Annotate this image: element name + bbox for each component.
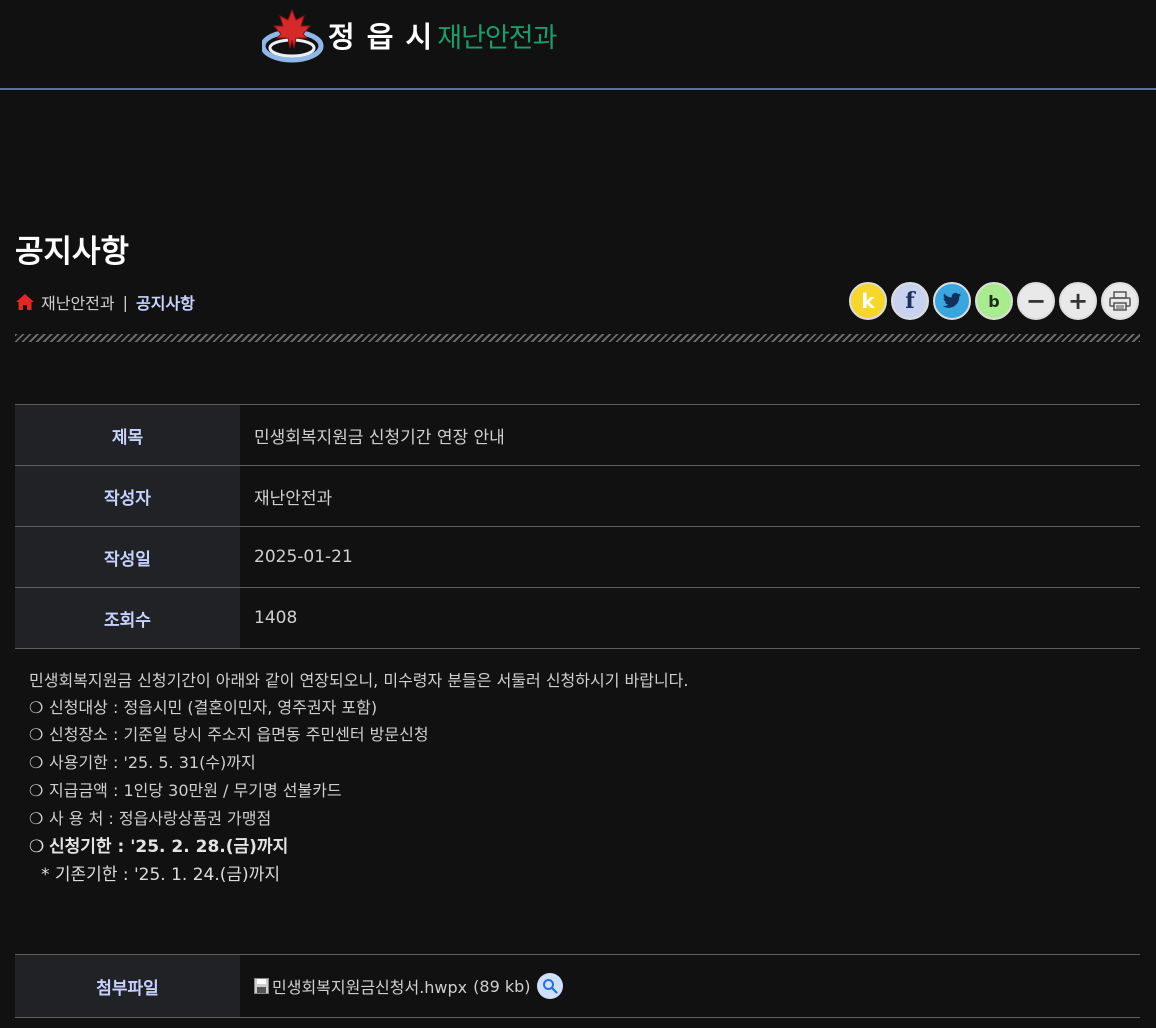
hatched-divider: [15, 334, 1140, 342]
breadcrumb-item-department[interactable]: 재난안전과: [41, 290, 115, 314]
list-item-text: 신청대상 : 정읍시민 (결혼이민자, 영주권자 포함): [49, 698, 378, 717]
magnifier-icon: [542, 979, 558, 994]
attachment-label: 첨부파일: [15, 955, 240, 1017]
deadline-text: 신청기한 : '25. 2. 28.(금)까지: [49, 837, 289, 857]
prior-deadline-note: * 기존기한 : '25. 1. 24.(금)까지: [41, 865, 280, 885]
bullet-circle-icon: ❍: [29, 809, 44, 828]
site-header: 정 읍 시 재난안전과: [0, 0, 1156, 90]
twitter-share-button[interactable]: [933, 282, 971, 320]
twitter-icon: [942, 292, 962, 308]
site-logo[interactable]: 정 읍 시 재난안전과: [262, 6, 557, 64]
post-info-table: 제목 민생회복지원금 신청기간 연장 안내 작성자 재난안전과 작성일 2025…: [15, 404, 1140, 649]
list-item: ❍ 사용기한 : '25. 5. 31(수)까지: [29, 751, 1129, 779]
zoom-out-button[interactable]: −: [1017, 282, 1055, 320]
info-row-views: 조회수 1408: [15, 588, 1140, 649]
share-toolbar: k f b − +: [849, 282, 1139, 320]
file-disk-icon: [254, 978, 269, 994]
list-item-text: 신청장소 : 기준일 당시 주소지 읍면동 주민센터 방문신청: [49, 725, 429, 744]
info-row-subject: 제목 민생회복지원금 신청기간 연장 안내: [15, 405, 1140, 466]
maple-leaf-logo-icon: [262, 8, 324, 63]
attachment-file-link[interactable]: 민생회복지원금신청서.hwpx: [272, 974, 467, 998]
views-label: 조회수: [15, 588, 240, 648]
kakao-share-button[interactable]: k: [849, 282, 887, 320]
kakao-icon: k: [861, 289, 875, 313]
attachment-value: 민생회복지원금신청서.hwpx (89 kb): [240, 955, 1140, 1017]
info-row-date: 작성일 2025-01-21: [15, 527, 1140, 588]
list-item: ❍ 신청장소 : 기준일 당시 주소지 읍면동 주민센터 방문신청: [29, 723, 1129, 751]
author-value: 재난안전과: [254, 488, 333, 509]
printer-icon: [1109, 291, 1131, 311]
bullet-circle-icon: ❍: [29, 781, 44, 800]
subject-value: 민생회복지원금 신청기간 연장 안내: [254, 427, 505, 448]
logo-city-name: 정 읍 시: [328, 20, 434, 54]
list-item-text: 사용기한 : '25. 5. 31(수)까지: [49, 753, 256, 772]
list-item-text: 사 용 처 : 정읍사랑상품권 가맹점: [49, 809, 272, 828]
bullet-circle-icon: ❍: [29, 837, 45, 857]
page-title: 공지사항: [15, 234, 130, 270]
list-item-text: 지급금액 : 1인당 30만원 / 무기명 선불카드: [49, 781, 342, 800]
bullet-circle-icon: ❍: [29, 725, 44, 744]
bullet-circle-icon: ❍: [29, 698, 44, 717]
attachment-row: 첨부파일 민생회복지원금신청서.hwpx (89 kb): [15, 954, 1140, 1018]
breadcrumb-separator: |: [122, 292, 128, 312]
facebook-icon: f: [905, 288, 915, 314]
post-intro: 민생회복지원금 신청기간이 아래와 같이 연장되오니, 미수령자 분들은 서둘러…: [29, 671, 689, 690]
list-item: ❍ 사 용 처 : 정읍사랑상품권 가맹점: [29, 807, 1129, 835]
plus-icon: +: [1067, 287, 1089, 315]
band-share-button[interactable]: b: [975, 282, 1013, 320]
info-row-author: 작성자 재난안전과: [15, 466, 1140, 527]
home-icon[interactable]: [15, 293, 35, 311]
logo-department-name: 재난안전과: [437, 22, 557, 54]
date-value: 2025-01-21: [254, 547, 353, 567]
views-value: 1408: [254, 608, 298, 628]
list-item: ❍ 지급금액 : 1인당 30만원 / 무기명 선불카드: [29, 779, 1129, 807]
band-icon: b: [988, 291, 1000, 311]
attachment-preview-button[interactable]: [536, 973, 563, 999]
deadline-item: ❍ 신청기한 : '25. 2. 28.(금)까지: [29, 835, 1129, 863]
breadcrumb-current: 공지사항: [136, 294, 195, 313]
attachment-file-size: (89 kb): [473, 976, 531, 996]
print-button[interactable]: [1101, 282, 1139, 320]
zoom-in-button[interactable]: +: [1059, 282, 1097, 320]
breadcrumb: 재난안전과 | 공지사항: [15, 290, 195, 314]
subject-label: 제목: [15, 405, 240, 465]
minus-icon: −: [1025, 287, 1047, 315]
facebook-share-button[interactable]: f: [891, 282, 929, 320]
author-label: 작성자: [15, 466, 240, 526]
bullet-circle-icon: ❍: [29, 753, 44, 772]
list-item: ❍ 신청대상 : 정읍시민 (결혼이민자, 영주권자 포함): [29, 696, 1129, 723]
post-body: 민생회복지원금 신청기간이 아래와 같이 연장되오니, 미수령자 분들은 서둘러…: [29, 669, 1129, 891]
date-label: 작성일: [15, 527, 240, 587]
